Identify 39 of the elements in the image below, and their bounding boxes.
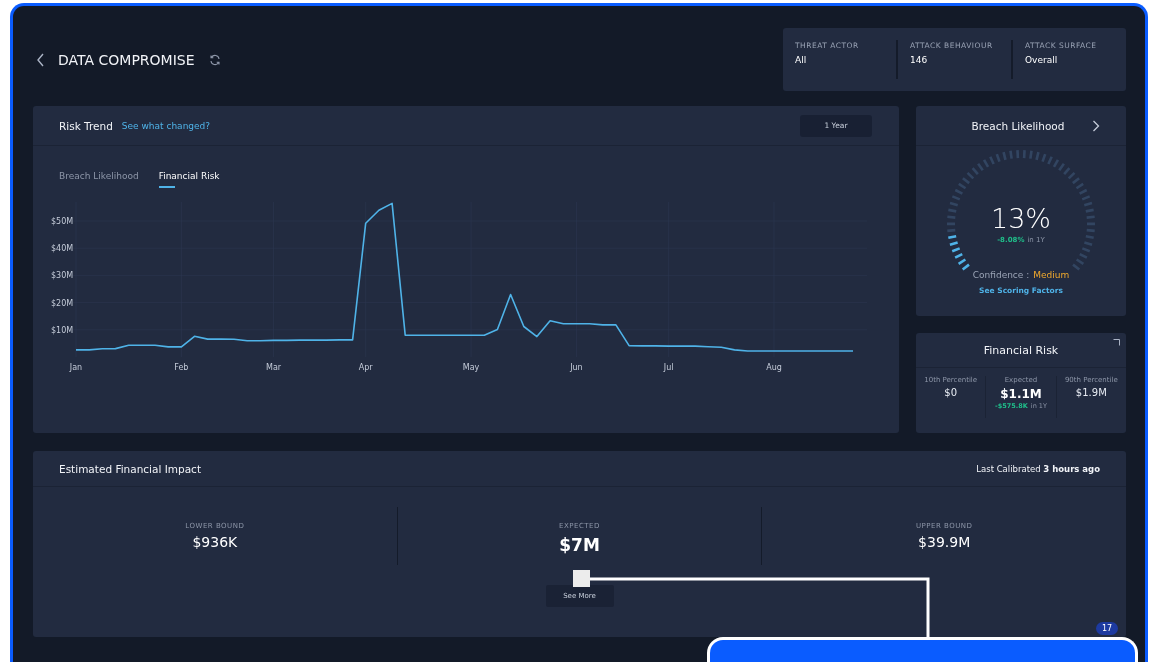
confidence-label: Confidence :	[972, 270, 1030, 280]
last-calibrated-text: Last Calibrated 3 hours ago	[976, 463, 1100, 474]
percentile-value: $1.1M	[999, 387, 1043, 401]
axis-label: $30M	[51, 271, 74, 281]
percentile-value: $1.9M	[1074, 387, 1108, 398]
filter-value[interactable]: 146	[910, 55, 1011, 65]
axis-label: Jul	[663, 363, 674, 372]
card-title: Financial Risk	[983, 343, 1059, 357]
filter-value[interactable]: All	[795, 55, 896, 65]
axis-label: May	[462, 363, 480, 372]
breach-percentage: 13%	[990, 204, 1052, 234]
card-title: Risk Trend	[59, 119, 113, 132]
axis-label: $50M	[51, 217, 74, 227]
axis-label: Jan	[69, 363, 83, 372]
chart-tab[interactable]: Financial Risk	[158, 171, 220, 188]
bound-value: $7M	[558, 535, 601, 555]
chart-tab[interactable]: Breach Likelihood	[59, 171, 139, 188]
percentile-value: $0	[943, 387, 959, 398]
confidence-value: Medium	[1033, 270, 1070, 280]
axis-label: $10M	[51, 325, 74, 335]
expand-icon[interactable]	[1113, 339, 1120, 346]
callout-marker	[573, 570, 590, 587]
bound-value: $936K	[191, 534, 239, 550]
card-title: Estimated Financial Impact	[59, 462, 201, 475]
filter-value[interactable]: Overall	[1025, 55, 1126, 65]
card-title: Breach Likelihood	[971, 119, 1065, 132]
axis-label: Feb	[174, 363, 189, 372]
refresh-icon[interactable]	[208, 53, 221, 66]
page-title: DATA COMPROMISE	[58, 51, 195, 68]
axis-label: Jun	[570, 363, 583, 372]
axis-label: Apr	[358, 363, 373, 372]
bound-value: $39.9M	[917, 534, 972, 550]
axis-label: Aug	[766, 363, 782, 372]
axis-label: $40M	[51, 244, 74, 254]
axis-label: Mar	[266, 363, 282, 372]
back-icon[interactable]	[36, 52, 46, 67]
see-what-changed-link[interactable]: See what changed?	[121, 120, 211, 131]
axis-label: $20M	[51, 298, 74, 308]
chevron-right-icon[interactable]	[1092, 120, 1100, 132]
